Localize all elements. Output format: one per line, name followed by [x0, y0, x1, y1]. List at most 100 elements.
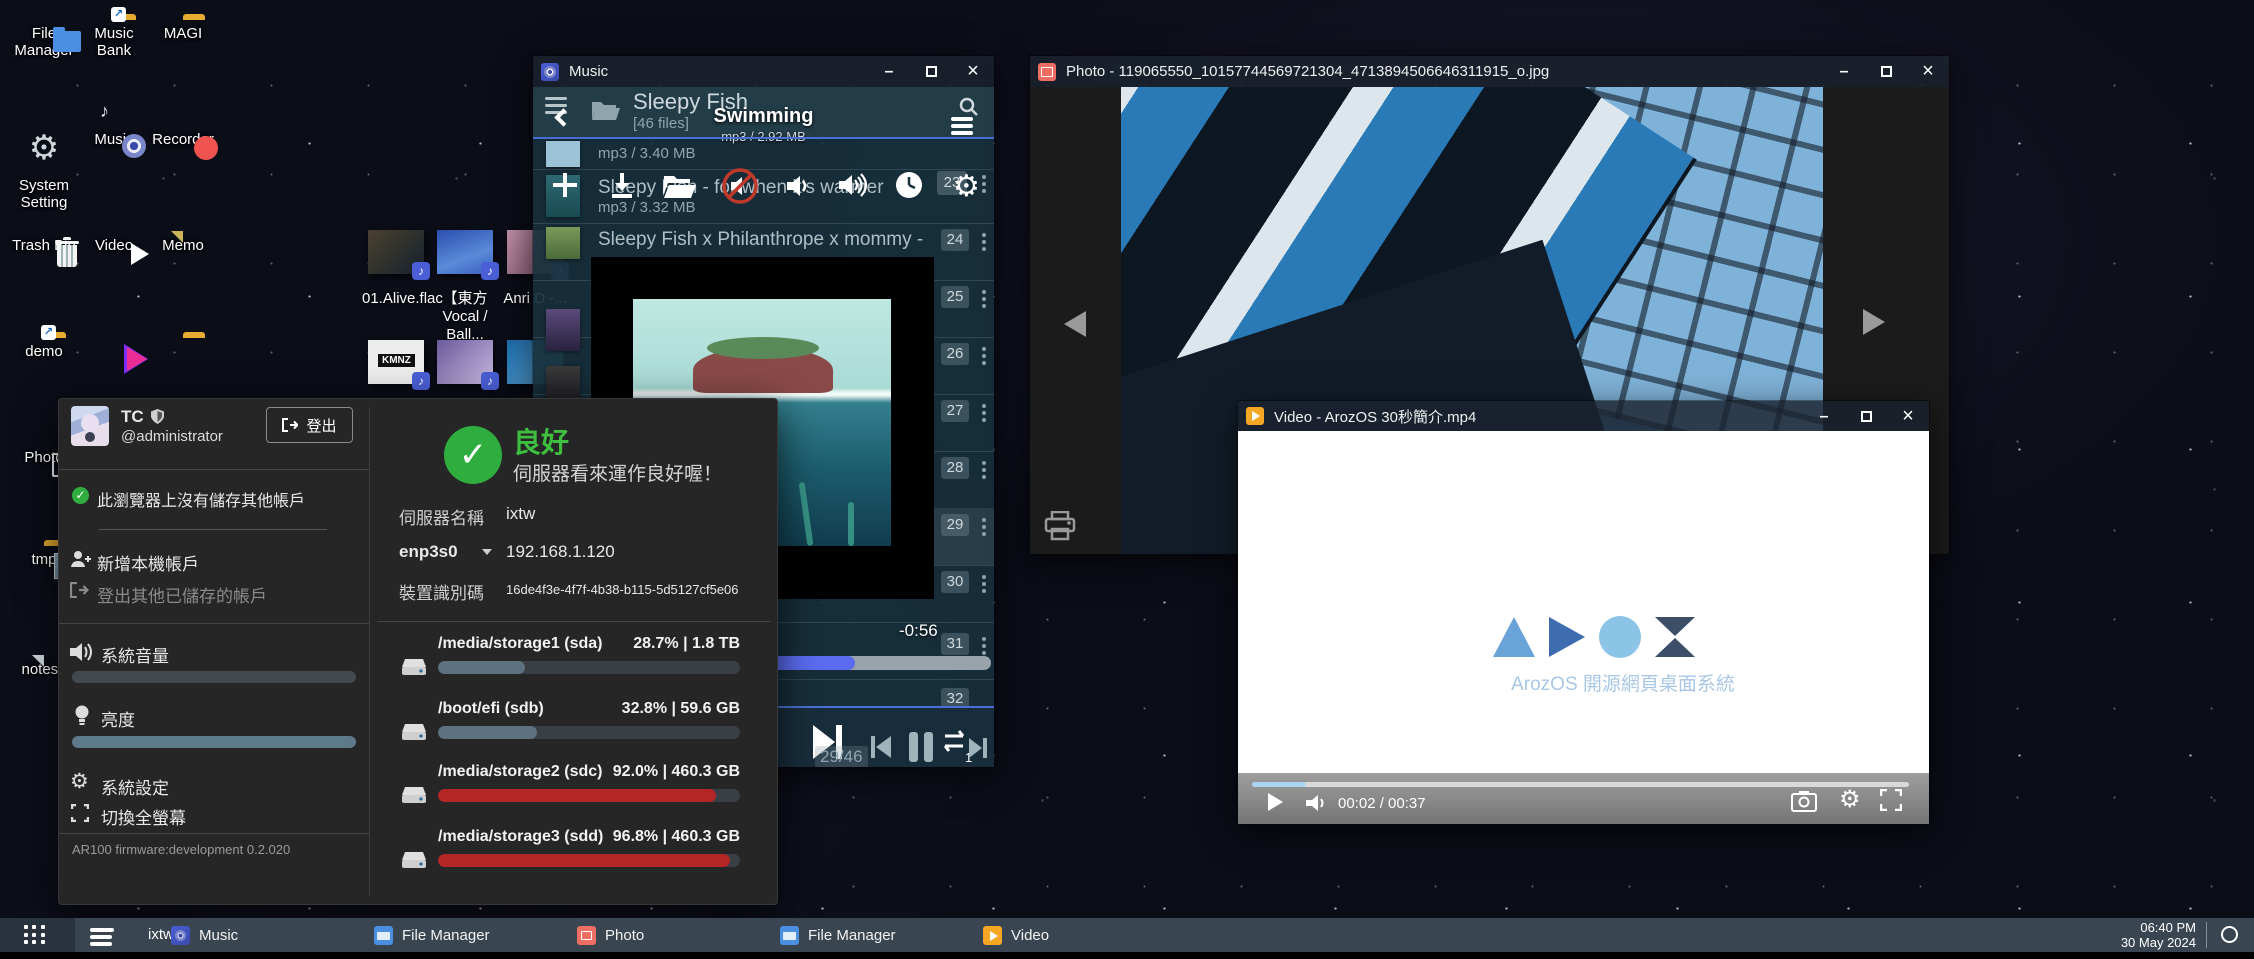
video-app-icon [1246, 407, 1264, 425]
mute-icon[interactable] [721, 167, 759, 205]
desktop-icon-recorder[interactable]: Recorder [148, 125, 218, 148]
snapshot-camera-icon[interactable] [1791, 790, 1817, 812]
more-options-icon[interactable] [982, 575, 986, 579]
storage-bar [438, 789, 740, 802]
fullscreen-icon[interactable] [1880, 789, 1902, 811]
volume-icon[interactable] [1306, 793, 1330, 813]
more-options-icon[interactable] [982, 404, 986, 408]
taskbar-item-video[interactable]: Video [983, 918, 1049, 952]
volume-high-icon[interactable] [837, 171, 869, 199]
minimize-button[interactable] [868, 56, 910, 87]
video-time: 00:02 / 00:37 [1338, 795, 1426, 812]
settings-gear-icon[interactable] [953, 169, 980, 204]
music-window-titlebar[interactable]: Music [533, 56, 994, 87]
desktop-icon-media-player[interactable] [77, 335, 147, 341]
photo-app-icon [577, 926, 596, 945]
power-icon[interactable] [2221, 926, 2238, 943]
desktop-icon-video[interactable]: Video [79, 231, 149, 254]
close-button[interactable] [1887, 401, 1929, 432]
taskbar-item-photo[interactable]: Photo [577, 918, 644, 952]
disk-icon [402, 850, 426, 870]
desktop-icon-trash-bin[interactable]: Trash Bin [9, 231, 79, 254]
desktop-icon-magi[interactable]: MAGI [148, 19, 218, 42]
menu-icon[interactable] [545, 97, 567, 100]
close-button[interactable] [1907, 56, 1949, 87]
pause-icon[interactable] [909, 732, 935, 762]
add-icon[interactable] [551, 171, 579, 199]
track-thumbnail [546, 227, 580, 259]
video-player[interactable]: ArozOS 開源網頁桌面系統 00:02 / 00:37 [1238, 431, 1929, 824]
desktop-icon-memo[interactable]: Memo [148, 231, 218, 254]
track-number-badge: 24 [941, 229, 969, 251]
history-clock-icon[interactable] [895, 171, 923, 199]
video-progress-bar[interactable] [1252, 782, 1909, 787]
print-icon[interactable] [1044, 511, 1076, 541]
start-button[interactable] [0, 918, 75, 952]
volume-slider[interactable] [72, 671, 356, 683]
more-options-icon[interactable] [982, 347, 986, 351]
video-settings-icon[interactable] [1839, 785, 1861, 814]
previous-photo-icon[interactable] [1064, 311, 1086, 337]
music-file-thumbnail[interactable] [437, 340, 493, 384]
track-number-badge: 28 [941, 457, 969, 479]
brightness-slider[interactable] [72, 736, 356, 748]
previous-track-icon[interactable] [871, 736, 891, 758]
logout-saved-accounts-item[interactable]: 登出其他已儲存的帳戶 [97, 582, 267, 607]
desktop-icon-folder[interactable] [148, 337, 218, 343]
more-options-icon[interactable] [982, 233, 986, 237]
server-name: ixtw [506, 504, 535, 524]
music-badge-icon [412, 262, 430, 280]
folder-open-icon[interactable] [663, 173, 697, 199]
track-title[interactable]: Sleepy Fish - for when it's warmer [598, 177, 934, 199]
window-title: Photo - 119065550_10157744569721304_4713… [1066, 63, 1549, 80]
taskbar-item-music[interactable]: Music [171, 918, 238, 952]
music-file-thumbnail[interactable]: KMNZ [368, 340, 424, 384]
maximize-button[interactable] [1865, 56, 1907, 87]
toggle-fullscreen-item[interactable]: 切換全螢幕 [101, 804, 186, 829]
desktop-icon-system-setting[interactable]: System Setting [9, 125, 79, 211]
system-settings-item[interactable]: 系統設定 [101, 774, 169, 799]
volume-low-icon[interactable] [785, 173, 811, 199]
more-options-icon[interactable] [982, 518, 986, 522]
photo-window-titlebar[interactable]: Photo - 119065550_10157744569721304_4713… [1030, 56, 1949, 87]
minimize-button[interactable] [1803, 401, 1845, 432]
video-window-titlebar[interactable]: Video - ArozOS 30秒簡介.mp4 [1238, 401, 1929, 431]
add-local-account-item[interactable]: 新增本機帳戶 [97, 550, 199, 575]
taskbar-item-file-manager-2[interactable]: File Manager [780, 918, 896, 952]
play-icon[interactable] [1268, 793, 1283, 811]
maximize-button[interactable] [1845, 401, 1887, 432]
next-photo-icon[interactable] [1863, 309, 1885, 335]
taskbar-menu-icon[interactable] [90, 928, 114, 932]
lightbulb-icon [74, 705, 90, 727]
music-file-thumbnail[interactable] [437, 230, 493, 274]
download-icon[interactable] [609, 171, 635, 199]
next-track-icon[interactable] [969, 738, 987, 758]
more-options-icon[interactable] [982, 290, 986, 294]
desktop-icon-music-bank[interactable]: Music Bank [79, 19, 149, 59]
fullscreen-toggle-icon [71, 804, 89, 822]
maximize-button[interactable] [910, 56, 952, 87]
more-options-icon[interactable] [982, 461, 986, 465]
brightness-label: 亮度 [101, 706, 135, 731]
more-options-icon[interactable] [982, 175, 986, 179]
video-app-icon [983, 926, 1002, 945]
window-title: Music [569, 63, 608, 80]
user-handle: @administrator [121, 428, 223, 445]
desktop-icon-music[interactable]: Music [79, 125, 149, 148]
track-title[interactable]: Sleepy Fish x Philanthrope x mommy - [598, 229, 930, 251]
network-interface-select[interactable]: enp3s0 [399, 542, 458, 562]
desktop-icon-demo[interactable]: demo [9, 337, 79, 360]
more-options-icon[interactable] [982, 637, 986, 641]
taskbar-item-file-manager[interactable]: File Manager [374, 918, 490, 952]
user-avatar[interactable] [71, 406, 109, 446]
close-button[interactable] [952, 56, 994, 87]
logout-button[interactable]: 登出 [266, 407, 353, 443]
minimize-button[interactable] [1823, 56, 1865, 87]
taskbar-clock[interactable]: 06:40 PM 30 May 2024 [2121, 920, 2196, 950]
shield-icon [151, 409, 164, 424]
logout-saved-icon [70, 582, 89, 598]
music-file-thumbnail[interactable] [368, 230, 424, 274]
arozos-logo-text: ArozOS 開源網頁桌面系統 [1493, 669, 1753, 696]
desktop-icon-file-manager[interactable]: File Manager [9, 19, 79, 59]
photo-app-icon [1038, 63, 1056, 81]
